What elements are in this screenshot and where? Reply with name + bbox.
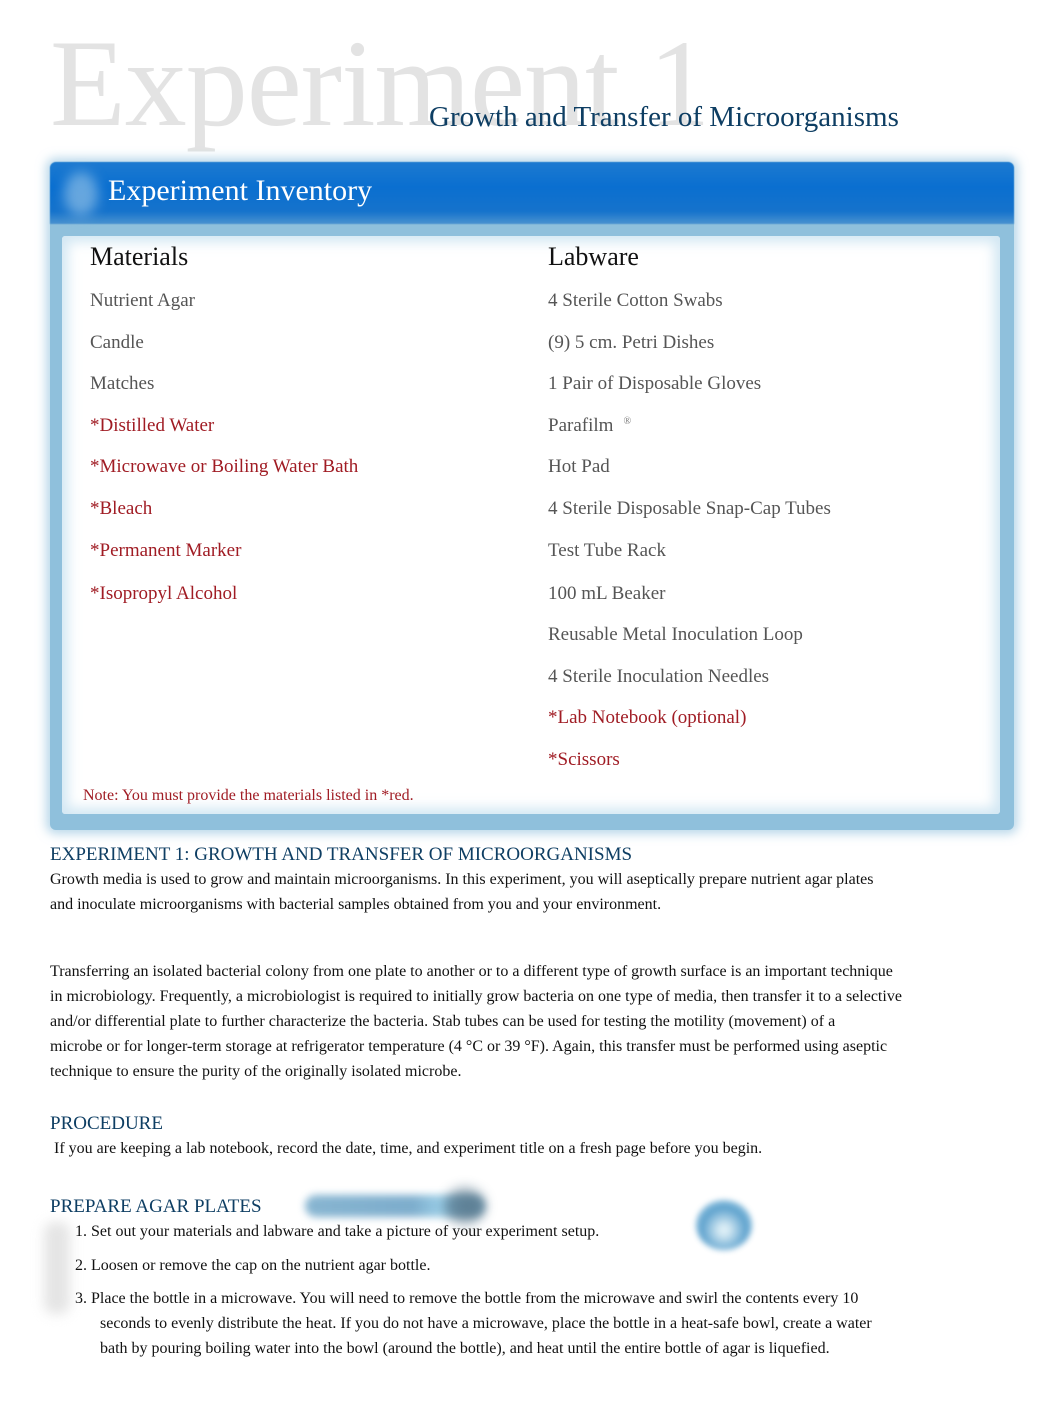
labware-item: *Lab Notebook (optional)	[548, 707, 746, 729]
material-item: Matches	[90, 373, 154, 395]
step-text: seconds to evenly distribute the heat. I…	[100, 1315, 872, 1332]
step-2: 2. Loosen or remove the cap on the nutri…	[75, 1253, 935, 1278]
labware-item-label: 4 Sterile Inoculation Needles	[548, 666, 770, 687]
experiment-subtitle: Growth and Transfer of Microorganisms	[429, 101, 899, 133]
material-item: *Distilled Water	[90, 415, 214, 437]
material-item: *Microwave or Boiling Water Bath	[90, 456, 358, 478]
text-line: Growth media is used to grow and maintai…	[50, 871, 874, 888]
inventory-title: Experiment Inventory	[108, 174, 373, 207]
labware-item: 4 Sterile Inoculation Needles	[548, 666, 769, 688]
material-item: *Isopropyl Alcohol	[90, 583, 237, 605]
labware-item-label: Parafilm	[548, 415, 614, 436]
step-1: 1. Set out your materials and labware an…	[75, 1219, 935, 1244]
blurred-decoration	[44, 1222, 70, 1314]
material-item: Candle	[90, 332, 144, 354]
procedure-heading: PROCEDURE	[50, 1113, 163, 1134]
banner-glow-decoration	[64, 172, 98, 216]
labware-item-label: Hot Pad	[548, 456, 610, 477]
labware-item: *Scissors	[548, 749, 620, 771]
prepare-agar-heading: PREPARE AGAR PLATES	[50, 1196, 262, 1217]
step-3: 3. Place the bottle in a microwave. You …	[75, 1286, 935, 1361]
experiment-heading: EXPERIMENT 1: GROWTH AND TRANSFER OF MIC…	[50, 844, 633, 865]
material-item-label: *Microwave or Boiling Water Bath	[90, 456, 359, 477]
text-line: Transferring an isolated bacterial colon…	[50, 963, 893, 980]
experiment-inventory-panel: Experiment Inventory	[50, 162, 1014, 830]
labware-item-label: (9) 5 cm. Petri Dishes	[548, 332, 715, 353]
intro-paragraph-1: Growth media is used to grow and maintai…	[50, 867, 940, 917]
materials-heading: Materials	[90, 242, 189, 271]
inventory-content	[62, 236, 1000, 814]
labware-item-label: 100 mL Beaker	[548, 583, 666, 604]
material-item-label: Matches	[90, 373, 155, 394]
material-item-label: *Bleach	[90, 498, 153, 519]
text-line: and inoculate microorganisms with bacter…	[50, 896, 662, 913]
labware-item-label: 1 Pair of Disposable Gloves	[548, 373, 762, 394]
intro-paragraph-2: Transferring an isolated bacterial colon…	[50, 959, 940, 1084]
labware-item-label: Reusable Metal Inoculation Loop	[548, 624, 803, 645]
material-item-label: Nutrient Agar	[90, 290, 196, 311]
labware-item-label: *Lab Notebook (optional)	[548, 707, 747, 728]
labware-item: Test Tube Rack	[548, 540, 666, 562]
labware-item: 4 Sterile Cotton Swabs	[548, 290, 723, 312]
step-text: 3. Place the bottle in a microwave. You …	[75, 1290, 859, 1307]
step-text: 2. Loosen or remove the cap on the nutri…	[75, 1257, 431, 1274]
step-text: bath by pouring boiling water into the b…	[100, 1340, 830, 1357]
labware-item-label: 4 Sterile Disposable Snap-Cap Tubes	[548, 498, 831, 519]
material-item: *Bleach	[90, 498, 152, 520]
material-item-label: *Permanent Marker	[90, 540, 242, 561]
labware-item: Hot Pad	[548, 456, 610, 478]
labware-heading: Labware	[548, 242, 639, 271]
labware-item: 4 Sterile Disposable Snap-Cap Tubes	[548, 498, 831, 520]
labware-item: 1 Pair of Disposable Gloves	[548, 373, 761, 395]
text-line: and/or differential plate to further cha…	[50, 1013, 836, 1030]
material-item: Nutrient Agar	[90, 290, 195, 312]
text-line: in microbiology. Frequently, a microbiol…	[50, 988, 902, 1005]
labware-item-label: Test Tube Rack	[548, 540, 666, 561]
step-text: 1. Set out your materials and labware an…	[75, 1223, 600, 1240]
labware-item: 100 mL Beaker	[548, 583, 665, 605]
labware-item-label: *Scissors	[548, 749, 620, 770]
material-item: *Permanent Marker	[90, 540, 241, 562]
material-item-label: *Distilled Water	[90, 415, 215, 436]
labware-item: Reusable Metal Inoculation Loop	[548, 624, 803, 646]
text-line: microbe or for longer-term storage at re…	[50, 1038, 888, 1055]
procedure-text: If you are keeping a lab notebook, recor…	[50, 1140, 763, 1157]
material-item-label: *Isopropyl Alcohol	[90, 583, 238, 604]
material-item-label: Candle	[90, 332, 144, 353]
labware-item: (9) 5 cm. Petri Dishes	[548, 332, 714, 354]
registered-mark: ®	[623, 415, 632, 427]
text-line: technique to ensure the purity of the or…	[50, 1063, 462, 1080]
labware-item: Parafilm ®	[548, 415, 631, 437]
inventory-note: Note: You must provide the materials lis…	[83, 787, 414, 804]
labware-item-label: 4 Sterile Cotton Swabs	[548, 290, 723, 311]
